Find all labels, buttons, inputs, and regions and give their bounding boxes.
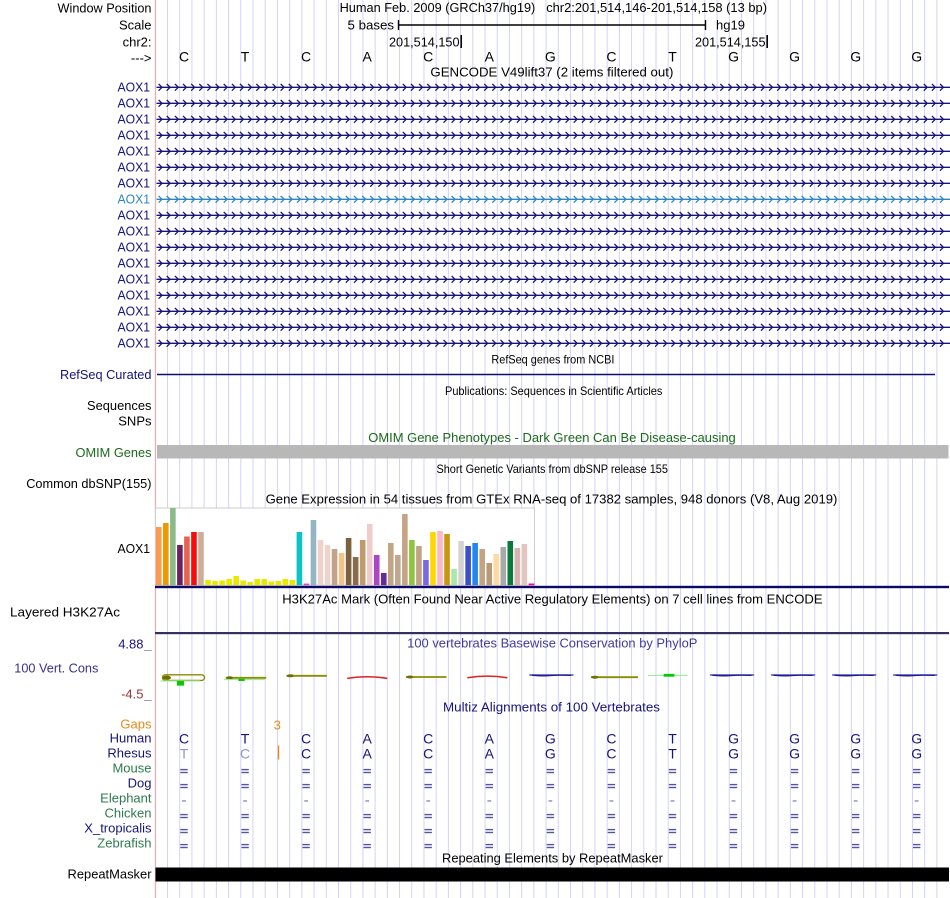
svg-text:G: G	[545, 731, 556, 747]
svg-text:AOX1: AOX1	[118, 225, 151, 239]
svg-text:G: G	[911, 49, 922, 65]
svg-text:T: T	[668, 731, 677, 747]
svg-text:C: C	[606, 731, 616, 747]
svg-text:H3K27Ac Mark (Often Found Near: H3K27Ac Mark (Often Found Near Active Re…	[282, 592, 822, 606]
svg-text:Zebrafish: Zebrafish	[97, 836, 151, 851]
svg-text:Chicken: Chicken	[105, 806, 152, 821]
svg-text:G: G	[850, 49, 861, 65]
svg-text:chr2:201,514,146-201,514,158 (: chr2:201,514,146-201,514,158 (13 bp)	[546, 0, 767, 15]
svg-text:_: _	[143, 687, 152, 702]
svg-text:AOX1: AOX1	[118, 337, 151, 351]
svg-text:RefSeq Curated: RefSeq Curated	[60, 367, 152, 382]
svg-text:T: T	[668, 746, 677, 762]
svg-text:G: G	[728, 49, 739, 65]
svg-text:AOX1: AOX1	[118, 129, 151, 143]
svg-text:Repeating Elements by RepeatMa: Repeating Elements by RepeatMasker	[442, 852, 663, 866]
svg-text:AOX1: AOX1	[118, 81, 151, 95]
svg-text:OMIM Genes: OMIM Genes	[76, 445, 152, 460]
svg-text:100 vertebrates Basewise Conse: 100 vertebrates Basewise Conservation by…	[407, 636, 697, 650]
svg-text:C: C	[423, 746, 433, 762]
svg-text:A: A	[485, 731, 495, 747]
svg-text:3: 3	[274, 717, 281, 732]
svg-text:AOX1: AOX1	[118, 193, 151, 207]
svg-text:AOX1: AOX1	[118, 241, 151, 255]
svg-text:Rhesus: Rhesus	[107, 746, 152, 761]
svg-text:Multiz Alignments of 100 Verte: Multiz Alignments of 100 Vertebrates	[443, 701, 660, 715]
svg-text:C: C	[606, 746, 616, 762]
svg-text:Human Feb. 2009 (GRCh37/hg19): Human Feb. 2009 (GRCh37/hg19)	[340, 0, 536, 15]
svg-text:Publications: Sequences in Sci: Publications: Sequences in Scientific Ar…	[445, 384, 662, 398]
svg-text:G: G	[911, 746, 922, 762]
svg-text:AOX1: AOX1	[118, 273, 151, 287]
svg-text:C: C	[606, 49, 616, 65]
svg-text:AOX1: AOX1	[118, 113, 151, 127]
svg-text:G: G	[728, 731, 739, 747]
svg-text:Gaps: Gaps	[120, 717, 152, 732]
svg-text:A: A	[363, 746, 373, 762]
svg-text:Short Genetic Variants from db: Short Genetic Variants from dbSNP releas…	[436, 462, 668, 476]
svg-text:AOX1: AOX1	[118, 289, 151, 303]
svg-text:5 bases: 5 bases	[348, 18, 395, 33]
svg-text:A: A	[485, 49, 495, 65]
svg-text:A: A	[485, 746, 495, 762]
svg-text:T: T	[180, 746, 189, 762]
svg-text:Dog: Dog	[128, 776, 152, 791]
svg-text:RefSeq genes from NCBI: RefSeq genes from NCBI	[491, 353, 614, 367]
svg-text:Mouse: Mouse	[112, 761, 151, 776]
svg-text:Common dbSNP(155): Common dbSNP(155)	[26, 476, 151, 491]
svg-text:100 Vert. Cons: 100 Vert. Cons	[14, 661, 98, 676]
svg-text:201,514,155: 201,514,155	[695, 35, 766, 50]
svg-text:C: C	[423, 731, 433, 747]
svg-text:T: T	[668, 49, 677, 65]
svg-text:AOX1: AOX1	[118, 305, 151, 319]
svg-text:SNPs: SNPs	[118, 414, 152, 429]
svg-text:AOX1: AOX1	[118, 177, 151, 191]
svg-text:Gene Expression in 54 tissues: Gene Expression in 54 tissues from GTEx …	[266, 493, 838, 507]
svg-text:C: C	[179, 731, 189, 747]
svg-text:C: C	[301, 746, 311, 762]
svg-text:G: G	[850, 731, 861, 747]
svg-text:AOX1: AOX1	[118, 542, 151, 556]
svg-text:C: C	[301, 49, 311, 65]
svg-text:G: G	[789, 731, 800, 747]
svg-text:C: C	[179, 49, 189, 65]
svg-text:--->: --->	[131, 51, 152, 66]
svg-text:Scale: Scale	[119, 18, 152, 33]
svg-text:AOX1: AOX1	[118, 145, 151, 159]
svg-text:4.88: 4.88	[118, 637, 143, 652]
svg-text:G: G	[545, 746, 556, 762]
svg-text:AOX1: AOX1	[118, 257, 151, 271]
svg-text:GENCODE V49lift37 (2 items fil: GENCODE V49lift37 (2 items filtered out)	[430, 65, 673, 80]
svg-text:AOX1: AOX1	[118, 97, 151, 111]
svg-text:A: A	[363, 731, 373, 747]
svg-text:G: G	[911, 731, 922, 747]
svg-text:RepeatMasker: RepeatMasker	[68, 867, 153, 882]
svg-text:C: C	[301, 731, 311, 747]
svg-text:C: C	[423, 49, 433, 65]
svg-text:Layered H3K27Ac: Layered H3K27Ac	[10, 605, 121, 620]
svg-text:Window Position: Window Position	[58, 1, 152, 16]
svg-text:_: _	[143, 637, 152, 652]
svg-text:201,514,150: 201,514,150	[389, 35, 460, 50]
svg-text:Elephant: Elephant	[100, 791, 152, 806]
svg-text:AOX1: AOX1	[118, 161, 151, 175]
svg-text:A: A	[363, 49, 373, 65]
svg-text:X_tropicalis: X_tropicalis	[84, 821, 152, 836]
svg-text:Human: Human	[110, 731, 152, 746]
svg-text:-4.5: -4.5	[121, 687, 143, 702]
svg-text:G: G	[850, 746, 861, 762]
svg-text:T: T	[241, 731, 250, 747]
svg-text:G: G	[789, 746, 800, 762]
svg-text:hg19: hg19	[716, 18, 745, 33]
svg-text:G: G	[545, 49, 556, 65]
svg-text:chr2:: chr2:	[123, 35, 152, 50]
svg-text:OMIM Gene Phenotypes - Dark Gr: OMIM Gene Phenotypes - Dark Green Can Be…	[368, 431, 736, 445]
svg-text:C: C	[240, 746, 250, 762]
svg-text:G: G	[789, 49, 800, 65]
svg-text:Sequences: Sequences	[87, 398, 152, 413]
svg-text:T: T	[241, 49, 250, 65]
svg-text:AOX1: AOX1	[118, 209, 151, 223]
svg-text:G: G	[728, 746, 739, 762]
svg-text:AOX1: AOX1	[118, 321, 151, 335]
